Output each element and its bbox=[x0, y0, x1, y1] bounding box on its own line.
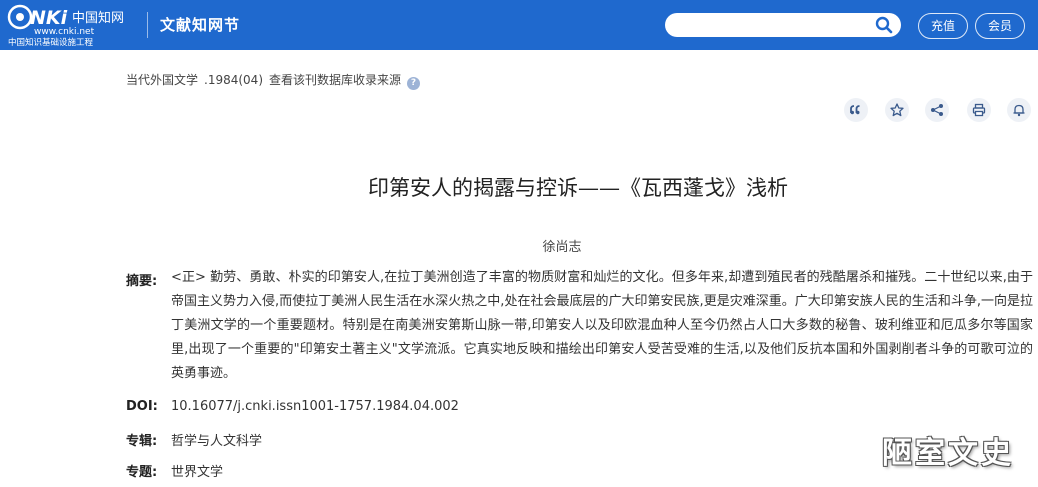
print-icon bbox=[972, 103, 986, 117]
database-source-link[interactable]: 查看该刊数据库收录来源 bbox=[269, 73, 401, 87]
top-header: NKi 中国知网 www.cnki.net 中国知识基础设施工程 文献知网节 充… bbox=[0, 0, 1038, 50]
help-icon[interactable]: ? bbox=[407, 77, 421, 90]
cnki-logo-graphic: NKi 中国知网 www.cnki.net 中国知识基础设施工程 bbox=[7, 4, 124, 47]
subscribe-button[interactable] bbox=[1007, 98, 1031, 122]
search-input[interactable] bbox=[675, 15, 871, 35]
svg-text:中国知网: 中国知网 bbox=[72, 10, 124, 26]
search-box[interactable] bbox=[665, 13, 901, 37]
cite-button[interactable] bbox=[844, 98, 868, 122]
series-value: 哲学与人文科学 bbox=[171, 434, 263, 449]
recharge-button[interactable]: 充值 bbox=[918, 13, 968, 39]
watermark: 陋室文史 bbox=[882, 436, 1014, 471]
bell-icon bbox=[1013, 104, 1025, 117]
topic-value: 世界文学 bbox=[171, 465, 224, 480]
article-title: 印第安人的揭露与控诉——《瓦西蓬戈》浅析 bbox=[368, 176, 788, 200]
source-line: 当代外国文学 .1984(04) 查看该刊数据库收录来源? bbox=[126, 71, 426, 90]
print-button[interactable] bbox=[967, 98, 991, 122]
quote-icon bbox=[850, 105, 860, 115]
section-title[interactable]: 文献知网节 bbox=[160, 14, 240, 35]
abstract-label: 摘要: bbox=[126, 274, 158, 289]
search-icon[interactable] bbox=[875, 16, 893, 34]
share-button[interactable] bbox=[925, 98, 949, 122]
cnki-logo[interactable]: NKi 中国知网 www.cnki.net 中国知识基础设施工程 bbox=[6, 3, 138, 47]
topic-label: 专题: bbox=[126, 465, 158, 480]
svg-text:中国知识基础设施工程: 中国知识基础设施工程 bbox=[8, 37, 94, 47]
doi-label: DOI: bbox=[126, 399, 158, 414]
doi-value[interactable]: 10.16077/j.cnki.issn1001-1757.1984.04.00… bbox=[171, 399, 459, 414]
abstract-text: <正> 勤劳、勇敢、朴实的印第安人,在拉丁美洲创造了丰富的物质财富和灿烂的文化。… bbox=[171, 270, 1033, 381]
author-link[interactable]: 徐尚志 bbox=[0, 236, 1038, 255]
member-button[interactable]: 会员 bbox=[975, 13, 1025, 39]
star-icon bbox=[890, 103, 904, 117]
svg-text:www.cnki.net: www.cnki.net bbox=[34, 27, 95, 37]
svg-text:NKi: NKi bbox=[30, 7, 68, 29]
favorite-button[interactable] bbox=[885, 98, 909, 122]
share-icon bbox=[931, 104, 943, 116]
series-label: 专辑: bbox=[126, 434, 158, 449]
journal-link[interactable]: 当代外国文学 bbox=[126, 73, 198, 87]
header-divider bbox=[147, 12, 148, 38]
issue-link[interactable]: .1984(04) bbox=[204, 73, 263, 87]
